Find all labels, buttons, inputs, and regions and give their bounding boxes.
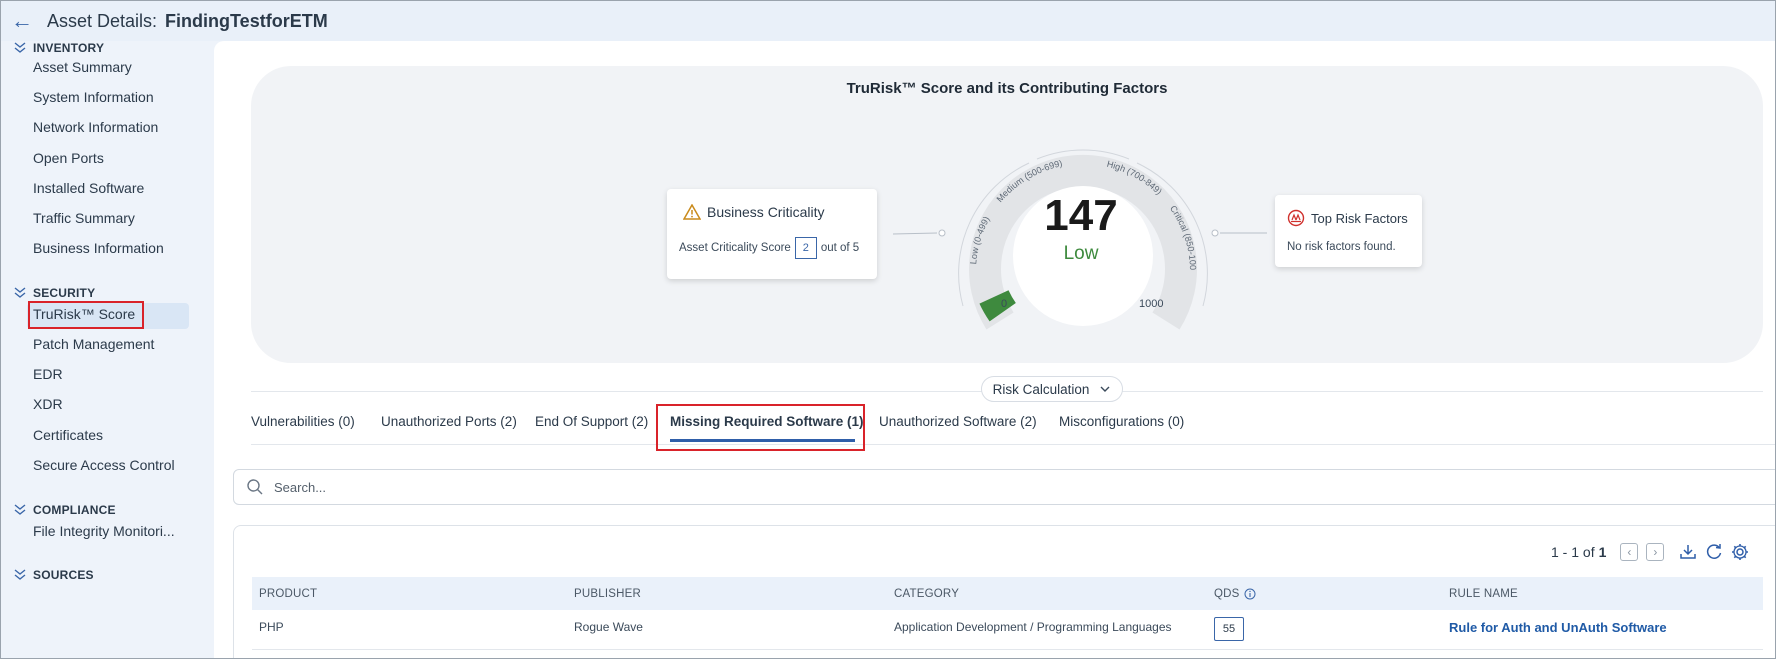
pager-total: 1 [1598,544,1607,560]
asset-criticality-score: 2 [794,237,817,259]
trurisk-score-value: 147 [1044,191,1118,240]
sidebar-item-network-information[interactable]: Network Information [33,119,158,135]
business-criticality-header: Business Criticality [683,204,824,220]
risk-calculation-label: Risk Calculation [992,381,1090,397]
chevron-down-icon [1100,386,1110,392]
section-inventory[interactable]: INVENTORY [13,41,104,55]
sidebar-item-business-information[interactable]: Business Information [33,240,164,256]
business-criticality-title: Business Criticality [707,204,825,220]
section-compliance[interactable]: COMPLIANCE [13,503,116,517]
info-icon[interactable] [1244,588,1256,600]
table-header: PRODUCT PUBLISHER CATEGORY QDS RULE NAME [252,577,1763,610]
column-header-product[interactable]: PRODUCT [259,588,317,600]
pagination: 1 - 1 of 1 ‹ › [1551,542,1750,562]
column-header-publisher[interactable]: PUBLISHER [574,588,641,600]
app-window: ← Asset Details: FindingTestforETM INVEN… [0,0,1776,659]
section-title: SECURITY [33,286,96,300]
risk-calculation-button[interactable]: Risk Calculation [981,376,1123,402]
refresh-icon[interactable] [1704,542,1724,562]
sidebar: INVENTORY Asset Summary System Informati… [1,41,214,658]
asset-criticality-suffix: out of 5 [820,242,860,254]
sidebar-item-xdr[interactable]: XDR [33,396,63,412]
asset-criticality-label: Asset Criticality Score [679,242,791,254]
next-page-button[interactable]: › [1646,543,1665,561]
column-header-rule-name[interactable]: RULE NAME [1449,588,1518,600]
warning-icon [683,204,701,220]
active-item-highlight [28,301,144,329]
pager-range: 1 - 1 of [1551,544,1595,560]
gear-icon[interactable] [1730,542,1750,562]
search-icon [247,479,263,495]
section-security[interactable]: SECURITY [13,286,95,300]
tab-unauthorized-software[interactable]: Unauthorized Software (2) [879,414,1037,429]
top-risk-factors-message: No risk factors found. [1287,241,1396,253]
gauge-min-label: 0 [1001,298,1008,310]
cell-qds: 55 [1214,617,1244,641]
download-icon[interactable] [1678,542,1698,562]
sidebar-item-file-integrity-monitoring[interactable]: File Integrity Monitori... [33,523,175,539]
sidebar-item-installed-software[interactable]: Installed Software [33,180,144,196]
prev-page-button[interactable]: ‹ [1620,543,1639,561]
top-risk-factors-card: Top Risk Factors No risk factors found. [1275,195,1422,267]
gauge-max-label: 1000 [1139,298,1164,310]
asset-name: FindingTestforETM [165,10,328,31]
sidebar-item-certificates[interactable]: Certificates [33,427,103,443]
active-tab-highlight [656,404,865,451]
page-title-label: Asset Details: [47,10,158,31]
double-chevron-down-icon [14,42,26,53]
table-row[interactable]: PHP Rogue Wave Application Development /… [252,610,1763,650]
rule-name-link[interactable]: Rule for Auth and UnAuth Software [1449,620,1667,635]
arrow-left-icon[interactable]: ← [11,8,37,34]
chevron-right-icon: › [1653,545,1658,559]
tab-end-of-support[interactable]: End Of Support (2) [535,414,648,429]
sidebar-item-traffic-summary[interactable]: Traffic Summary [33,210,135,226]
qds-badge: 55 [1214,617,1244,641]
chevron-left-icon: ‹ [1627,545,1632,559]
sidebar-item-system-information[interactable]: System Information [33,89,154,105]
page-header: ← Asset Details: FindingTestforETM [1,1,1775,41]
section-title: SOURCES [33,568,94,582]
sidebar-item-asset-summary[interactable]: Asset Summary [33,59,132,75]
tabs-divider [251,444,1775,445]
cell-product: PHP [259,620,284,634]
qds-label: QDS [1214,588,1240,600]
column-header-qds[interactable]: QDS [1214,588,1256,600]
sidebar-item-open-ports[interactable]: Open Ports [33,150,104,166]
section-title: COMPLIANCE [33,503,116,517]
trurisk-score-level: Low [1063,243,1099,264]
search-input[interactable] [274,479,674,495]
sidebar-item-secure-access-control[interactable]: Secure Access Control [33,457,175,473]
score-card-title: TruRisk™ Score and its Contributing Fact… [846,80,1168,97]
tab-unauthorized-ports[interactable]: Unauthorized Ports (2) [381,414,517,429]
sidebar-item-patch-management[interactable]: Patch Management [33,336,154,352]
section-sources[interactable]: SOURCES [13,568,94,582]
cell-rule-name: Rule for Auth and UnAuth Software [1449,620,1667,635]
cell-category: Application Development / Programming La… [894,620,1172,634]
sidebar-item-edr[interactable]: EDR [33,366,63,382]
double-chevron-down-icon [14,569,26,580]
top-risk-factors-header: Top Risk Factors [1287,209,1408,227]
column-header-category[interactable]: CATEGORY [894,588,959,600]
asset-criticality-row: Asset Criticality Score 2 out of 5 [679,237,859,259]
tab-misconfigurations[interactable]: Misconfigurations (0) [1059,414,1184,429]
business-criticality-card: Business Criticality Asset Criticality S… [667,189,877,279]
top-risk-factors-title: Top Risk Factors [1311,210,1408,226]
cell-publisher: Rogue Wave [574,620,643,634]
section-title: INVENTORY [33,41,105,55]
risk-factors-icon [1287,209,1305,227]
tab-vulnerabilities[interactable]: Vulnerabilities (0) [251,414,355,429]
search-bar [233,469,1775,505]
double-chevron-down-icon [14,287,26,298]
double-chevron-down-icon [14,504,26,515]
